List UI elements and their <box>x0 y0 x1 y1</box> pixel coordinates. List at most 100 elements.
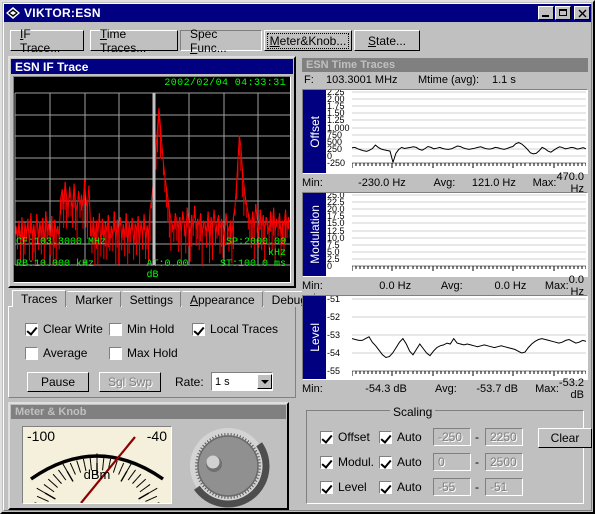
modulation-max-label: Max: <box>544 279 569 292</box>
input-offset-to-value: 2250 <box>490 430 517 444</box>
level-range-separator: - <box>475 480 479 494</box>
pause-button[interactable]: Pause <box>27 372 89 392</box>
checkbox-local-traces[interactable]: Local Traces <box>192 322 278 336</box>
tab-settings[interactable]: Settings <box>121 291 181 307</box>
level-max-label: Max: <box>535 382 559 395</box>
graph-level[interactable]: Level -51 -52 -53 -54 -55 <box>302 295 588 380</box>
offset-max-value: 470.0 Hz <box>556 170 584 195</box>
graph-modulation-yticks: 25.0 22.5 20.0 17.5 15.0 12.5 10.0 7.5 5.0 2.5 0 <box>326 193 352 276</box>
freq-value: 103.3001 MHz <box>326 74 398 86</box>
ytick-label: -53 <box>327 330 341 340</box>
input-modul-to[interactable]: 2500 <box>485 453 523 471</box>
if-trace-footer: CF:103.3000 MHz SP:2000.00 kHz RB:10.000… <box>16 237 288 281</box>
analog-meter: -100 -40 dBm <box>22 426 172 504</box>
minimize-button[interactable] <box>538 6 554 20</box>
graph-level-plotarea <box>352 296 587 379</box>
checkbox-scale-offset-box[interactable] <box>320 430 333 444</box>
graph-offset-axis-label: Offset <box>303 90 326 173</box>
checkbox-auto-offset-box[interactable] <box>379 430 392 444</box>
input-level-from-value: -55 <box>438 480 456 494</box>
offset-avg-value: 121.0 Hz <box>471 176 516 189</box>
checkbox-min-hold-label: Min Hold <box>127 322 175 336</box>
maximize-button[interactable] <box>555 6 571 20</box>
checkbox-average-box[interactable] <box>25 346 38 360</box>
if-st-value: ST:100.0 ms <box>219 259 286 270</box>
level-min-value: -54.3 dB <box>365 382 407 395</box>
clear-button[interactable]: Clear <box>538 428 592 448</box>
tab-time-traces-label: ime Traces... <box>100 26 147 55</box>
knob-svg[interactable] <box>186 424 270 508</box>
checkbox-max-hold-box[interactable] <box>109 346 122 360</box>
tab-appearance[interactable]: Appearance <box>181 291 263 307</box>
if-trace-titlebar: ESN IF Trace <box>11 59 293 74</box>
ytick-label: -52 <box>327 312 341 322</box>
checkbox-clear-write[interactable]: Clear Write <box>25 322 103 336</box>
input-modul-from-value: 0 <box>438 455 445 469</box>
tab-settings-label: Settings <box>129 292 173 307</box>
meter-knob-window: Meter & Knob -100 -40 dBm <box>8 402 289 510</box>
tab-if-trace[interactable]: IF Trace... <box>10 27 84 55</box>
checkbox-auto-offset[interactable]: Auto <box>379 430 422 444</box>
checkbox-clear-write-box[interactable] <box>25 322 38 336</box>
mtime-label: Mtime (avg): <box>418 74 480 86</box>
tab-marker[interactable]: Marker <box>67 291 121 307</box>
tab-spec-func[interactable]: Spec Func... <box>180 27 262 55</box>
tab-meter-knob[interactable]: Meter&Knob... <box>264 30 352 51</box>
checkbox-min-hold[interactable]: Min Hold <box>109 322 174 336</box>
graph-modulation[interactable]: Modulation 25.0 22.5 20.0 17.5 15.0 12.5 10.0 7… <box>302 192 588 277</box>
clear-button-label: Clear <box>550 431 580 445</box>
checkbox-auto-modul-box[interactable] <box>379 455 392 469</box>
checkbox-scale-level-box[interactable] <box>320 480 333 494</box>
graph-offset[interactable]: Offset 2.25 2.00 1.75 1.50 1.25 1.000 750 500 25… <box>302 89 588 174</box>
tab-traces[interactable]: Traces <box>12 290 67 307</box>
checkbox-max-hold-label: Max Hold <box>127 346 178 360</box>
checkbox-scale-modul[interactable]: Modul. <box>320 455 374 469</box>
rate-combobox[interactable]: 1 s <box>211 372 273 391</box>
ytick-label: 0 <box>327 261 333 271</box>
chevron-down-icon[interactable] <box>257 374 272 389</box>
traces-tabstrip: Traces Marker Settings Appearance Debug <box>12 290 316 307</box>
input-modul-from[interactable]: 0 <box>433 453 471 471</box>
graph-offset-block: Offset 2.25 2.00 1.75 1.50 1.25 1.000 750 500 25… <box>302 89 588 195</box>
meter-knob-titlebar: Meter & Knob <box>11 405 286 419</box>
graph-level-svg <box>352 298 586 376</box>
modulation-avg-value: 0.0 Hz <box>494 279 527 292</box>
input-offset-from[interactable]: -250 <box>433 428 471 446</box>
if-trace-title: ESN IF Trace <box>15 59 89 74</box>
graph-modulation-svg <box>352 194 586 271</box>
checkbox-auto-level-box[interactable] <box>379 480 392 494</box>
graph-level-block: Level -51 -52 -53 -54 -55 Min: -54.3 dB Avg:… <box>302 295 588 401</box>
checkbox-scale-level[interactable]: Level <box>320 480 367 494</box>
modulation-min-label: Min: <box>302 279 323 292</box>
input-offset-to[interactable]: 2250 <box>485 428 523 446</box>
checkbox-scale-offset[interactable]: Offset <box>320 430 370 444</box>
scaling-group: Scaling Offset Auto -250 - 2250 Clear Mo… <box>302 405 592 508</box>
tab-state-label: tate... <box>375 33 407 48</box>
offset-max-label: Max: <box>532 176 557 189</box>
checkbox-max-hold[interactable]: Max Hold <box>109 346 178 360</box>
graph-modulation-stats: Min: 0.0 Hz Avg: 0.0 Hz Max: 0.0 Hz <box>302 274 588 298</box>
rotary-knob[interactable] <box>186 424 270 508</box>
tab-if-trace-label: F Trace... <box>20 26 61 55</box>
close-button[interactable] <box>574 6 590 20</box>
meter-scale-min: -100 <box>27 428 56 444</box>
if-trace-plot[interactable]: 2002/02/04 04:33:31 CF:103.3000 MHz SP:2… <box>13 76 291 283</box>
checkbox-scale-modul-box[interactable] <box>320 455 333 469</box>
checkbox-average[interactable]: Average <box>25 346 87 360</box>
tab-time-traces[interactable]: Time Traces... <box>90 27 178 55</box>
checkbox-auto-modul[interactable]: Auto <box>379 455 422 469</box>
traces-tab-panel: Clear Write Min Hold Local Traces Averag… <box>8 290 316 398</box>
input-level-to[interactable]: -51 <box>485 478 523 496</box>
input-offset-from-value: -250 <box>438 430 463 444</box>
app-icon <box>5 6 21 20</box>
graph-modulation-plotarea <box>352 193 587 276</box>
checkbox-min-hold-box[interactable] <box>109 322 122 336</box>
tab-state[interactable]: State... <box>354 30 420 51</box>
input-level-from[interactable]: -55 <box>433 478 471 496</box>
checkbox-local-traces-box[interactable] <box>192 322 205 336</box>
offset-range-separator: - <box>475 430 479 444</box>
checkbox-auto-level[interactable]: Auto <box>379 480 422 494</box>
if-sp-value: SP:2000.00 kHz <box>225 237 286 259</box>
checkbox-average-label: Average <box>43 346 88 360</box>
scaling-title: Scaling <box>390 405 436 419</box>
